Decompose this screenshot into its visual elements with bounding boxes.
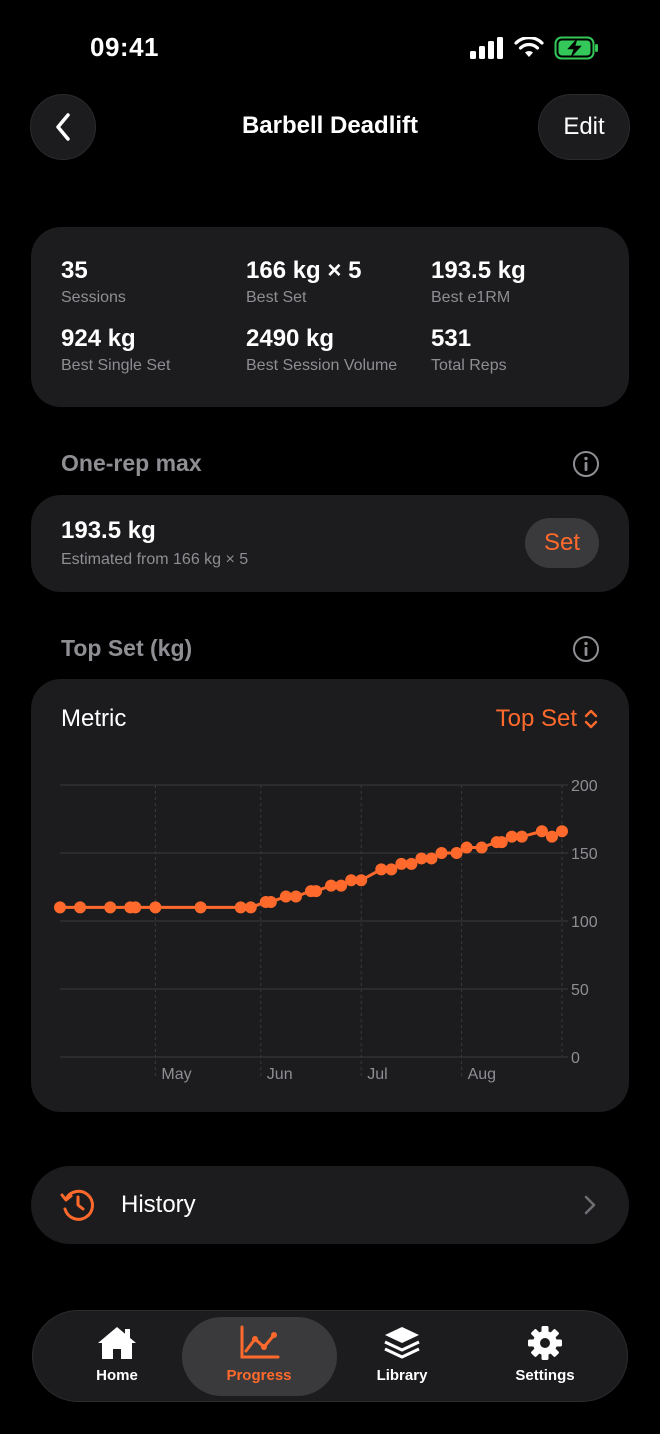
tab-label: Settings (515, 1367, 575, 1384)
info-icon[interactable] (572, 450, 600, 478)
one-rep-max-heading: One-rep max (61, 450, 202, 476)
data-point (104, 901, 117, 914)
tab-bar: Home Progress Library Settings (32, 1310, 628, 1402)
x-tick-label: Jun (267, 1066, 293, 1083)
data-point (264, 895, 277, 908)
stat-label: Best e1RM (431, 289, 511, 306)
tab-home[interactable]: Home (57, 1325, 177, 1384)
data-point (194, 901, 207, 914)
stat-value: 2490 kg (246, 325, 335, 352)
stat-total-reps: 531 Total Reps (431, 325, 507, 375)
chart-icon (240, 1325, 280, 1359)
one-rep-max-value: 193.5 kg (61, 517, 156, 544)
data-point (460, 841, 473, 854)
history-label: History (121, 1191, 196, 1218)
chevron-right-icon (584, 1195, 596, 1215)
stat-value: 531 (431, 325, 472, 352)
data-point (244, 901, 257, 914)
one-rep-max-subtitle: Estimated from 166 kg × 5 (61, 551, 249, 568)
data-point (355, 874, 368, 887)
gear-icon (528, 1326, 562, 1360)
stat-label: Total Reps (431, 357, 507, 374)
history-row[interactable]: History (31, 1166, 629, 1244)
tab-progress[interactable]: Progress (199, 1325, 319, 1384)
x-tick-label: May (161, 1066, 191, 1083)
house-icon (98, 1327, 136, 1359)
y-tick-label: 150 (571, 846, 598, 863)
stat-value: 166 kg × 5 (246, 257, 362, 284)
status-bar: 09:41 (0, 0, 660, 96)
stat-value: 35 (61, 257, 88, 284)
status-time: 09:41 (90, 32, 159, 62)
x-tick-label: Jul (367, 1066, 387, 1083)
navigation-bar: Barbell Deadlift Edit (0, 94, 660, 160)
stat-label: Sessions (61, 289, 126, 306)
x-tick-label: Aug (468, 1066, 496, 1083)
data-point (129, 901, 142, 914)
data-point (556, 825, 568, 838)
top-set-heading: Top Set (kg) (61, 635, 193, 661)
top-set-chart: 0 50 100 150 200 May Jun Jul Aug (54, 778, 598, 1083)
one-rep-max-card: 193.5 kg Estimated from 166 kg × 5 Set (31, 495, 629, 592)
chart-card: Metric Top Set 0 50 100 150 200 May Jun Jul Aug (31, 679, 629, 1112)
cellular-signal-icon (470, 37, 503, 59)
data-point (289, 890, 302, 903)
tab-library[interactable]: Library (342, 1325, 462, 1384)
tab-settings[interactable]: Settings (485, 1325, 605, 1384)
tab-label: Home (96, 1367, 138, 1384)
battery-charging-icon (554, 36, 598, 60)
stat-label: Best Set (246, 289, 307, 306)
info-icon[interactable] (572, 635, 600, 663)
history-clock-icon (60, 1189, 94, 1221)
edit-button[interactable]: Edit (538, 94, 630, 160)
data-point (435, 847, 448, 859)
y-tick-label: 200 (571, 778, 598, 795)
data-point (515, 830, 528, 843)
data-point (74, 901, 87, 914)
stat-best-e1rm: 193.5 kg Best e1RM (431, 257, 526, 307)
data-point (149, 901, 162, 914)
status-icons (470, 36, 600, 60)
y-tick-label: 100 (571, 914, 598, 931)
y-tick-label: 50 (571, 982, 589, 999)
stat-best-set: 166 kg × 5 Best Set (246, 257, 361, 307)
stack-icon (384, 1327, 420, 1359)
stat-value: 193.5 kg (431, 257, 526, 284)
tab-label: Progress (226, 1367, 292, 1384)
stat-value: 924 kg (61, 325, 136, 352)
tab-label: Library (376, 1367, 428, 1384)
y-tick-label: 0 (571, 1050, 580, 1067)
stat-best-single-set: 924 kg Best Single Set (61, 325, 170, 375)
stat-best-session-volume: 2490 kg Best Session Volume (246, 325, 397, 375)
data-point (54, 901, 66, 914)
data-point (310, 885, 323, 898)
data-point (475, 841, 488, 854)
stats-card: 35 Sessions 166 kg × 5 Best Set 193.5 kg… (31, 227, 629, 407)
set-one-rep-max-button[interactable]: Set (525, 518, 599, 568)
stat-label: Best Session Volume (246, 357, 398, 374)
wifi-icon (514, 37, 544, 57)
stat-label: Best Single Set (61, 357, 171, 374)
stat-sessions: 35 Sessions (61, 257, 126, 307)
